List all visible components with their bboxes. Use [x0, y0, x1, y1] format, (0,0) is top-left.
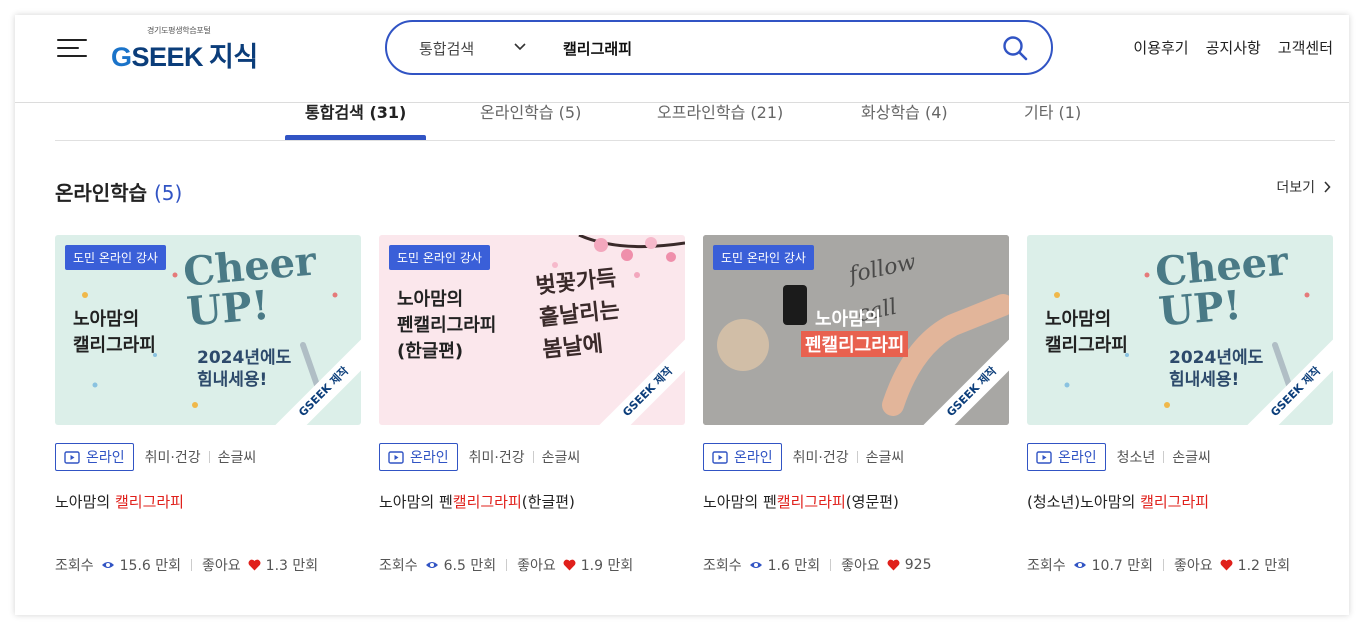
- views-count: 15.6 만회: [119, 558, 182, 574]
- play-icon: [1036, 450, 1052, 464]
- chevron-right-icon: [1324, 181, 1331, 193]
- likes-label: 좋아요: [1174, 558, 1213, 574]
- online-tag: 온라인: [1027, 443, 1106, 471]
- provider-label: 손글씨: [865, 450, 905, 466]
- thumbnail-art-text: Cheer UP!: [1153, 237, 1290, 336]
- nav-reviews[interactable]: 이용후기: [1133, 37, 1188, 58]
- course-thumbnail[interactable]: 노아맘의 캘리그라피 Cheer UP! 2024년에도 힘내세용! GSEEK…: [1027, 235, 1333, 425]
- thumbnail-art-text: Cheer UP!: [181, 237, 318, 336]
- category-label: 취미·건강: [792, 450, 849, 466]
- course-thumbnail[interactable]: 도민 온라인 강사 follow call 노아맘의 펜캘리그라피 GSEEK …: [703, 235, 1009, 425]
- more-label: 더보기: [1276, 180, 1315, 196]
- course-card[interactable]: 도민 온라인 강사 노아맘의 펜캘리그라피 (한글편) 벚꽃가득 흩날리는 봄날…: [379, 235, 685, 574]
- views-label: 조회수: [379, 558, 418, 574]
- thumbnail-title: 노아맘의: [815, 309, 882, 330]
- likes-count: 1.2 만회: [1237, 558, 1291, 574]
- menu-icon[interactable]: [57, 37, 87, 59]
- heart-icon: [1220, 559, 1233, 571]
- heart-icon: [887, 559, 900, 571]
- course-stats: 조회수 1.6 만회 좋아요 925: [703, 555, 932, 575]
- online-tag: 온라인: [379, 443, 458, 471]
- provider-label: 손글씨: [1172, 450, 1211, 466]
- logo-wordmark: GSEEK 지식: [111, 42, 258, 72]
- instructor-badge: 도민 온라인 강사: [389, 245, 490, 270]
- likes-count: 1.9 만회: [580, 558, 634, 574]
- section-count: (5): [153, 181, 183, 205]
- nav-notices[interactable]: 공지사항: [1206, 37, 1261, 58]
- top-nav: 이용후기 공지사항 고객센터: [1133, 37, 1333, 58]
- course-stats: 조회수 15.6 만회 좋아요 1.3 만회: [55, 555, 318, 575]
- course-title[interactable]: 노아맘의 펜캘리그라피(한글편): [379, 491, 575, 512]
- thumbnail-title: 노아맘의 캘리그라피: [73, 309, 156, 357]
- card-meta: 온라인 청소년 손글씨: [1027, 443, 1211, 471]
- page-frame: 경기도평생학습포털 GSEEK지식 통합검색 이용후기 공지사항 고객센터 통합…: [15, 15, 1349, 615]
- thumbnail-art-text: 벚꽃가득 흩날리는 봄날에: [534, 265, 622, 363]
- section-title: 온라인학습 (5): [55, 181, 183, 205]
- search-bar: 통합검색: [385, 20, 1053, 75]
- heart-icon: [248, 559, 261, 571]
- course-title[interactable]: 노아맘의 캘리그라피: [55, 491, 184, 512]
- thumbnail-art-subtext: 2024년에도 힘내세용!: [197, 348, 292, 391]
- course-card[interactable]: 노아맘의 캘리그라피 Cheer UP! 2024년에도 힘내세용! GSEEK…: [1027, 235, 1333, 574]
- thumbnail-art-subtext: 2024년에도 힘내세용!: [1169, 348, 1264, 391]
- likes-label: 좋아요: [202, 558, 241, 574]
- category-label: 청소년: [1116, 450, 1156, 466]
- eye-icon: [425, 562, 438, 568]
- chevron-down-icon[interactable]: [513, 41, 527, 53]
- views-count: 1.6 만회: [767, 558, 821, 574]
- views-label: 조회수: [703, 558, 742, 574]
- views-count: 6.5 만회: [443, 558, 497, 574]
- thumbnail-title: 노아맘의 펜캘리그라피 (한글편): [397, 289, 497, 363]
- nav-support[interactable]: 고객센터: [1278, 37, 1333, 58]
- more-button[interactable]: 더보기: [1276, 177, 1331, 197]
- site-header: 경기도평생학습포털 GSEEK지식 통합검색 이용후기 공지사항 고객센터: [15, 15, 1349, 103]
- eye-icon: [749, 562, 762, 568]
- instructor-badge: 도민 온라인 강사: [65, 245, 166, 270]
- search-input[interactable]: [563, 33, 963, 63]
- course-stats: 조회수 6.5 만회 좋아요 1.9 만회: [379, 555, 633, 575]
- course-stats: 조회수 10.7 만회 좋아요 1.2 만회: [1027, 555, 1290, 575]
- card-meta: 온라인 취미·건강 손글씨: [55, 443, 256, 471]
- play-icon: [64, 450, 80, 464]
- eye-icon: [1073, 562, 1086, 568]
- card-meta: 온라인 취미·건강 손글씨: [379, 443, 580, 471]
- play-icon: [388, 450, 404, 464]
- search-scope-select[interactable]: 통합검색: [419, 38, 474, 59]
- instructor-badge: 도민 온라인 강사: [713, 245, 814, 270]
- provider-label: 손글씨: [541, 450, 581, 466]
- course-card[interactable]: 도민 온라인 강사 노아맘의 캘리그라피 Cheer UP! 2024년에도 힘…: [55, 235, 361, 574]
- likes-label: 좋아요: [841, 558, 880, 574]
- course-title[interactable]: 노아맘의 펜캘리그라피(영문편): [703, 491, 899, 512]
- likes-count: 925: [904, 557, 932, 573]
- course-title[interactable]: (청소년)노아맘의 캘리그라피: [1027, 491, 1209, 512]
- card-meta: 온라인 취미·건강 손글씨: [703, 443, 904, 471]
- course-thumbnail[interactable]: 도민 온라인 강사 노아맘의 펜캘리그라피 (한글편) 벚꽃가득 흩날리는 봄날…: [379, 235, 685, 425]
- site-logo[interactable]: 경기도평생학습포털 GSEEK 지식: [111, 23, 301, 73]
- likes-count: 1.3 만회: [265, 558, 319, 574]
- category-label: 취미·건강: [468, 450, 525, 466]
- category-label: 취미·건강: [144, 450, 201, 466]
- active-tab-indicator: [285, 135, 426, 140]
- views-count: 10.7 만회: [1091, 558, 1154, 574]
- views-label: 조회수: [1027, 558, 1066, 574]
- provider-label: 손글씨: [217, 450, 257, 466]
- play-icon: [712, 450, 728, 464]
- eye-icon: [101, 562, 114, 568]
- search-icon[interactable]: [1001, 34, 1029, 62]
- online-tag: 온라인: [55, 443, 134, 471]
- thumbnail-title-highlight: 펜캘리그라피: [801, 331, 909, 357]
- heart-icon: [563, 559, 576, 571]
- online-tag: 온라인: [703, 443, 782, 471]
- course-card[interactable]: 도민 온라인 강사 follow call 노아맘의 펜캘리그라피 GSEEK …: [703, 235, 1009, 574]
- course-thumbnail[interactable]: 도민 온라인 강사 노아맘의 캘리그라피 Cheer UP! 2024년에도 힘…: [55, 235, 361, 425]
- likes-label: 좋아요: [517, 558, 556, 574]
- thumbnail-title: 노아맘의 캘리그라피: [1045, 309, 1128, 357]
- views-label: 조회수: [55, 558, 94, 574]
